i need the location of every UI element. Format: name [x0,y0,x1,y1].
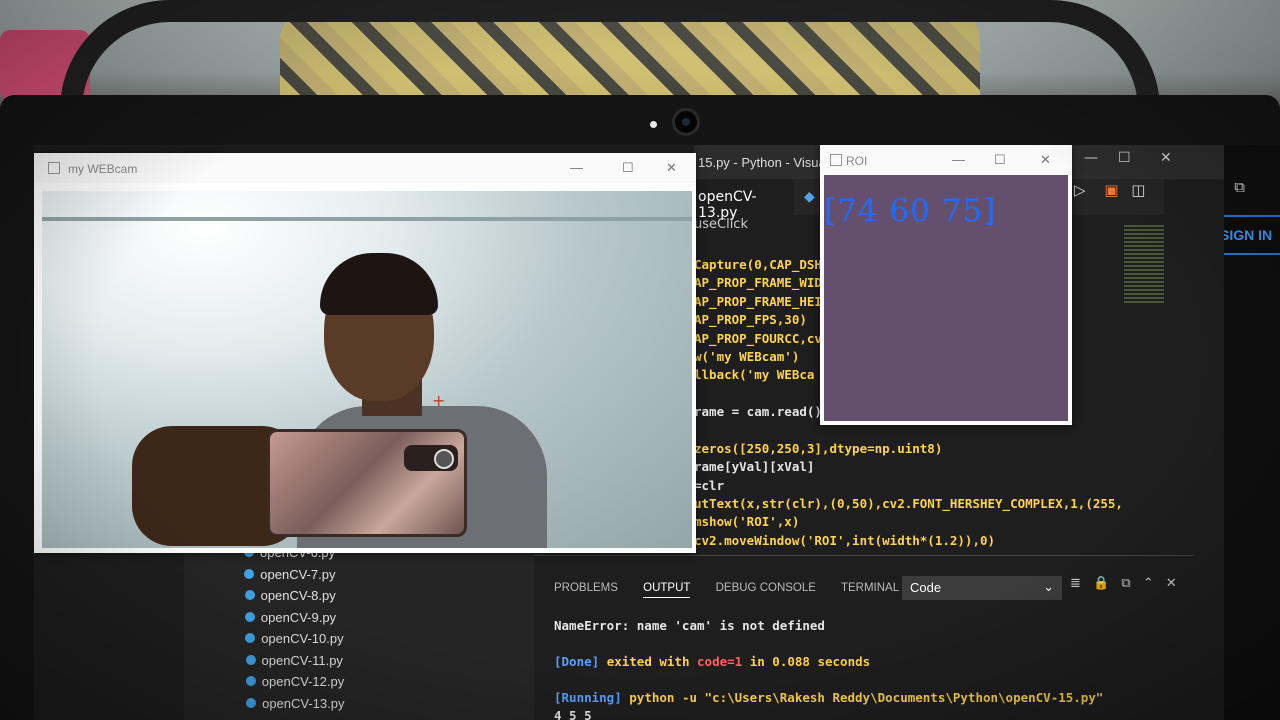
webcam-titlebar[interactable]: my WEBcam — ☐ ✕ [34,153,696,183]
python-file-icon[interactable]: ◆ [804,189,815,205]
tab-problems[interactable]: PROBLEMS [554,582,618,594]
explorer-file-item[interactable]: openCV-7.py [244,567,335,582]
code-line: mshow('ROI',x) [694,514,800,530]
maximize-icon[interactable]: ☐ [994,152,1006,168]
chevron-down-icon: ⌄ [1043,579,1054,594]
code-line: cv2.moveWindow('ROI',int(width*(1.2)),0) [694,532,996,548]
python-file-icon [245,676,256,686]
output-error: NameError: name 'cam' is not defined [554,618,825,633]
explorer-file-item[interactable]: openCV-11.py [245,652,343,668]
output-log: NameError: name 'cam' is not defined [Do… [554,618,1103,720]
tab-terminal[interactable]: TERMINAL [841,582,899,594]
minimize-icon[interactable]: — [1084,150,1098,166]
panel-tabs: PROBLEMS OUTPUT DEBUG CONSOLE TERMINAL [554,582,921,598]
roi-pixel-value: [74 60 75] [824,193,997,229]
file-name: openCV-11.py [261,652,343,668]
screen: 15.py - Python - Visual S — ☐ ✕ openCV-1… [34,145,1224,720]
output-done-line: [Done] exited with code=1 in 0.088 secon… [554,654,871,669]
webcam-window[interactable]: my WEBcam — ☐ ✕ + [34,153,696,553]
chevron-up-icon[interactable]: ⌃ [1143,576,1154,591]
breadcrumb[interactable]: useClick [694,217,748,232]
wall-edge [42,217,692,221]
webcam-title: my WEBcam [68,162,138,176]
code-line: zeros([250,250,3],dtype=np.uint8) [694,440,943,456]
roi-titlebar[interactable]: ROI — ☐ ✕ [820,145,1072,175]
crosshair-icon: + [432,391,446,410]
panel-actions: ≣ 🔒 ⧉ ⌃ ✕ [1070,576,1177,591]
file-explorer: openCV-6.pyopenCV-7.pyopenCV-8.pyopenCV-… [184,545,544,720]
tab-debug-console[interactable]: DEBUG CONSOLE [716,582,816,594]
output-last-line: 4 5 5 [554,708,592,720]
split-editor-icon[interactable]: ◫ [1131,181,1145,199]
lock-icon[interactable]: 🔒 [1093,576,1109,591]
window-icon [830,154,842,166]
tab-output[interactable]: OUTPUT [643,582,691,598]
output-channel-value: Code [910,580,942,595]
python-file-icon [244,568,255,579]
explorer-file-item[interactable]: openCV-8.py [244,588,336,603]
roi-window[interactable]: ROI — ☐ ✕ [74 60 75] [820,145,1072,425]
file-name: openCV-8.py [260,588,336,603]
minimize-icon[interactable]: — [952,152,965,167]
run-icon[interactable]: ▷ [1074,181,1086,199]
explorer-file-item[interactable]: openCV-10.py [245,631,344,646]
tab-active[interactable]: openCV-13.py [694,179,794,221]
editor-actions[interactable]: ▷ ▣ ◫ [1074,181,1145,199]
maximize-icon[interactable]: ☐ [1118,150,1131,166]
file-name: openCV-10.py [261,631,344,646]
code-line: utText(x,str(clr),(0,50),cv2.FONT_HERSHE… [694,496,1123,512]
close-icon[interactable]: ✕ [666,160,677,176]
window-icon [48,162,60,174]
webcam-feed[interactable]: + [42,191,692,548]
phone-camera [404,445,458,471]
explorer-file-item[interactable]: openCV-9.py [244,609,337,625]
webcam-lens [672,108,700,136]
python-file-icon [244,590,255,600]
person-hair [320,253,438,315]
python-file-icon [244,611,255,622]
close-icon[interactable]: ✕ [1160,150,1172,166]
roi-title: ROI [846,154,868,168]
camera-led [650,121,657,128]
file-name: openCV-7.py [260,566,336,582]
file-name: openCV-12.py [261,674,345,689]
output-running-line: [Running] python -u "c:\Users\Rakesh Red… [554,690,1104,705]
maximize-icon[interactable]: ☐ [622,160,634,176]
python-file-icon [245,654,256,665]
minimize-icon[interactable]: — [570,160,583,175]
close-panel-icon[interactable]: ✕ [1166,576,1177,591]
sign-in-label: SIGN IN [1220,227,1273,243]
stop-icon[interactable]: ▣ [1104,181,1118,199]
file-name: openCV-13.py [262,695,345,711]
code-line: rame[yVal][xVal] [694,459,815,475]
python-file-icon [246,697,257,708]
code-line: =clr [694,477,725,493]
chair-frame [60,0,1160,110]
file-name: openCV-9.py [260,609,337,625]
output-channel-select[interactable]: Code ⌄ [902,576,1062,600]
roi-color-swatch: [74 60 75] [824,175,1068,421]
copy-icon[interactable]: ⧉ [1121,576,1130,591]
close-icon[interactable]: ✕ [1040,152,1051,168]
bottom-panel: 34 PROBLEMS OUTPUT DEBUG CONSOLE TERMINA… [534,534,1194,720]
python-file-icon [245,633,256,643]
explorer-file-item[interactable]: openCV-13.py [246,695,345,711]
clear-output-icon[interactable]: ≣ [1070,576,1081,591]
explorer-file-item[interactable]: openCV-12.py [245,674,345,689]
